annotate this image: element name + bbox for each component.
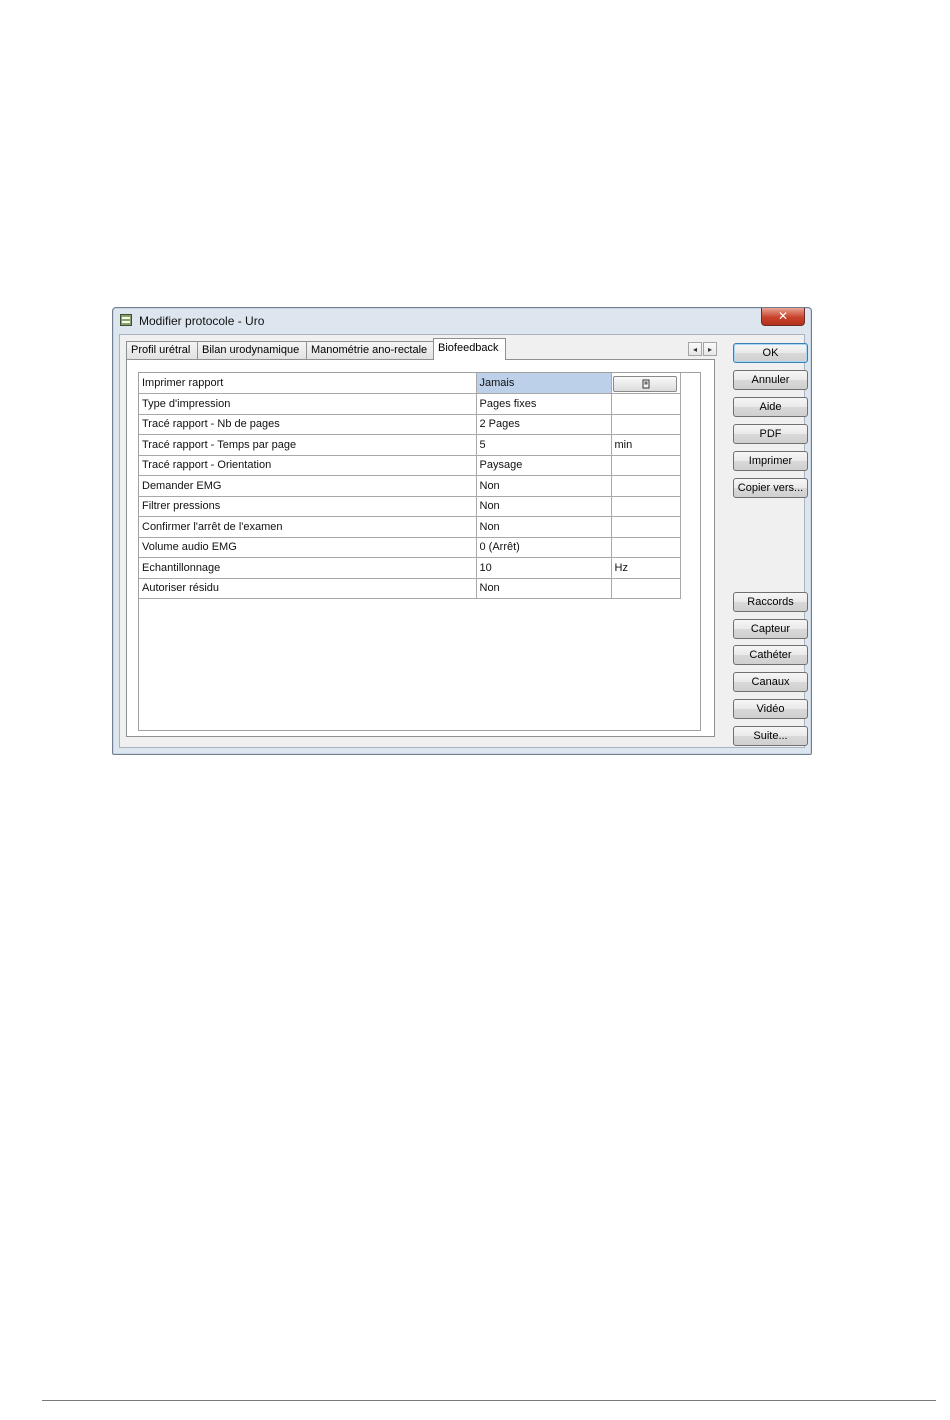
setting-label: Autoriser résidu [139, 577, 477, 599]
setting-unit: Hz [610, 557, 681, 579]
dialog-client-area: Profil urétral Bilan urodynamique Manomé… [119, 334, 808, 748]
app-icon [120, 314, 132, 326]
settings-grid[interactable]: Imprimer rapport Jamais Type d'impression P… [138, 372, 701, 731]
setting-unit [610, 393, 681, 415]
setting-value[interactable]: Jamais [475, 373, 612, 394]
setting-unit [610, 536, 681, 558]
page-footer-rule [42, 1400, 936, 1401]
setting-label: Echantillonnage [139, 557, 477, 579]
setting-value[interactable]: Non [475, 495, 612, 517]
setting-value[interactable]: Non [475, 577, 612, 599]
device-icon [642, 379, 649, 388]
tab-scroll-left-icon[interactable]: ◂ [688, 342, 702, 356]
table-row[interactable]: Echantillonnage 10 Hz [139, 557, 681, 579]
pdf-button[interactable]: PDF [733, 424, 808, 444]
biofeedback-panel: Imprimer rapport Jamais Type d'impression P… [126, 359, 715, 737]
setting-label: Imprimer rapport [139, 373, 477, 394]
suite-button[interactable]: Suite... [733, 726, 808, 746]
setting-label: Type d'impression [139, 393, 477, 415]
catheter-button[interactable]: Cathéter [733, 645, 808, 665]
setting-value[interactable]: Paysage [475, 454, 612, 476]
setting-unit: min [610, 434, 681, 456]
setting-unit [610, 413, 681, 435]
imprimer-button[interactable]: Imprimer [733, 451, 808, 471]
table-row[interactable]: Confirmer l'arrêt de l'examen Non [139, 516, 681, 538]
setting-value[interactable]: 2 Pages [475, 413, 612, 435]
canaux-button[interactable]: Canaux [733, 672, 808, 692]
capteur-button[interactable]: Capteur [733, 619, 808, 639]
setting-value[interactable]: Non [475, 475, 612, 497]
setting-label: Confirmer l'arrêt de l'examen [139, 516, 477, 538]
setting-unit [610, 495, 681, 517]
title-bar[interactable]: Modifier protocole - Uro ✕ [113, 308, 811, 334]
ok-button[interactable]: OK [733, 343, 808, 363]
copier-vers-button[interactable]: Copier vers... [733, 478, 808, 498]
setting-value[interactable]: 10 [475, 557, 612, 579]
setting-unit [610, 516, 681, 538]
tab-bilan-urodynamique[interactable]: Bilan urodynamique [197, 341, 307, 359]
setting-value[interactable]: Non [475, 516, 612, 538]
table-row[interactable]: Type d'impression Pages fixes [139, 393, 681, 415]
tab-scroll-right-icon[interactable]: ▸ [703, 342, 717, 356]
setting-unit [610, 577, 681, 599]
table-row[interactable]: Autoriser résidu Non [139, 577, 681, 599]
table-row[interactable]: Volume audio EMG 0 (Arrêt) [139, 536, 681, 558]
setting-label: Demander EMG [139, 475, 477, 497]
settings-table: Imprimer rapport Jamais Type d'impression P… [139, 373, 681, 599]
printer-select-button[interactable] [612, 375, 677, 392]
table-row[interactable]: Demander EMG Non [139, 475, 681, 497]
table-row[interactable]: Tracé rapport - Orientation Paysage [139, 454, 681, 476]
setting-value[interactable]: Pages fixes [475, 393, 612, 415]
setting-unit [610, 475, 681, 497]
setting-value[interactable]: 0 (Arrêt) [475, 536, 612, 558]
tab-profil-uretral[interactable]: Profil urétral [126, 341, 198, 359]
close-button[interactable]: ✕ [761, 308, 805, 326]
dialog-window: Modifier protocole - Uro ✕ Profil urétra… [112, 307, 812, 755]
setting-label: Filtrer pressions [139, 495, 477, 517]
setting-label: Tracé rapport - Orientation [139, 454, 477, 476]
table-row[interactable]: Tracé rapport - Nb de pages 2 Pages [139, 413, 681, 435]
video-button[interactable]: Vidéo [733, 699, 808, 719]
tab-manometrie-ano-rectale[interactable]: Manométrie ano-rectale [306, 341, 434, 359]
tab-biofeedback[interactable]: Biofeedback [433, 338, 506, 360]
table-row[interactable]: Imprimer rapport Jamais [139, 373, 681, 394]
setting-unit [610, 373, 681, 394]
setting-label: Volume audio EMG [139, 536, 477, 558]
raccords-button[interactable]: Raccords [733, 592, 808, 612]
setting-label: Tracé rapport - Nb de pages [139, 413, 477, 435]
window-title: Modifier protocole - Uro [139, 314, 265, 328]
table-row[interactable]: Tracé rapport - Temps par page 5 min [139, 434, 681, 456]
setting-label: Tracé rapport - Temps par page [139, 434, 477, 456]
aide-button[interactable]: Aide [733, 397, 808, 417]
table-row[interactable]: Filtrer pressions Non [139, 495, 681, 517]
annuler-button[interactable]: Annuler [733, 370, 808, 390]
setting-value[interactable]: 5 [475, 434, 612, 456]
setting-unit [610, 454, 681, 476]
